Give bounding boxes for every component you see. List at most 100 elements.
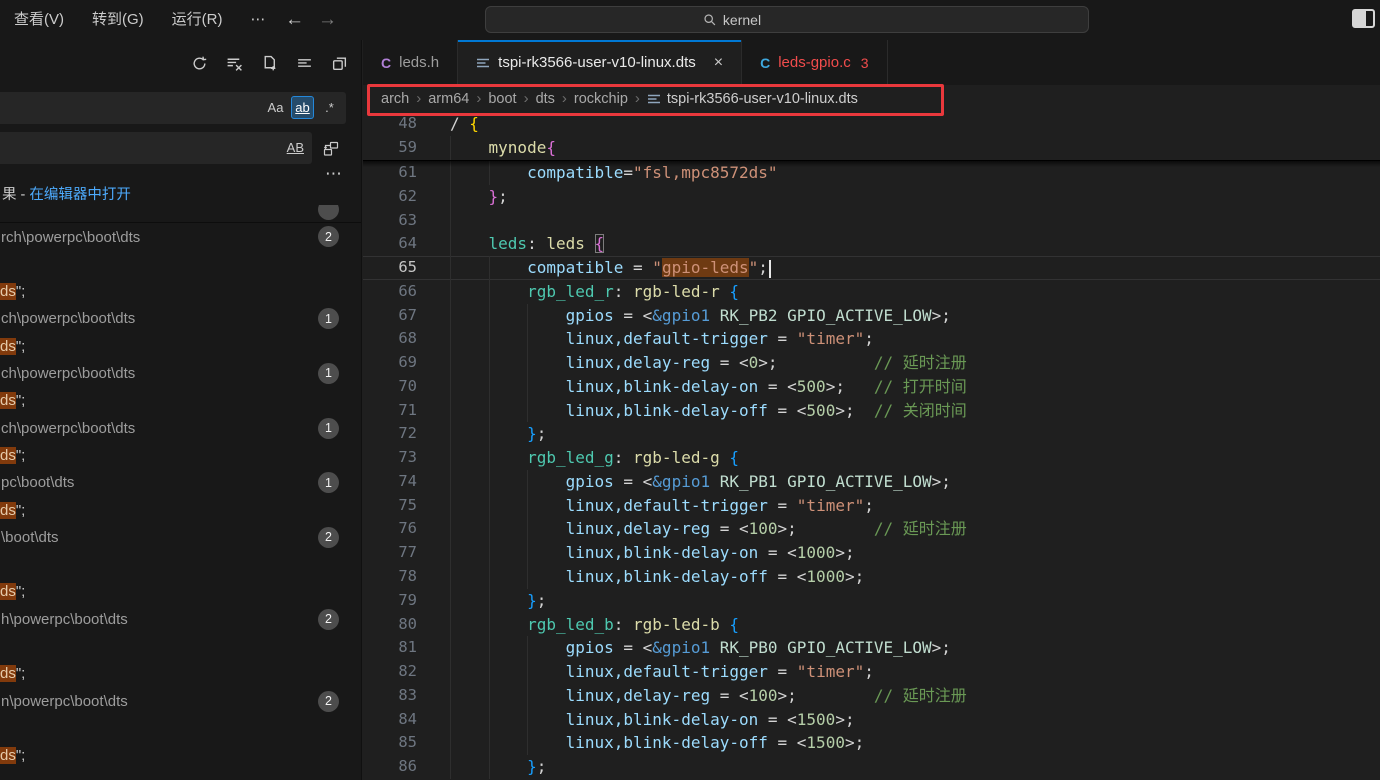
breadcrumb-file[interactable]: tspi-rk3566-user-v10-linux.dts [647,91,858,107]
code-line[interactable]: 75 linux,default-trigger = "timer"; [363,494,1380,518]
search-result-match-row[interactable]: ds"; [0,578,361,605]
code-area[interactable]: 61 compatible="fsl,mpc8572ds"62 };6364 l… [363,161,1380,780]
toggle-search-details-icon[interactable]: ⋯ [322,164,346,182]
menu-bar: 查看(V)转到(G)运行(R)⋯ [0,0,280,40]
token: // 关闭时间 [874,401,967,420]
menu-item[interactable]: 运行(R) [158,6,237,34]
code-line-content: rgb_led_r: rgb-led-r { [450,280,739,304]
menu-item[interactable]: 查看(V) [0,6,78,34]
search-result-file-row[interactable]: \boot\dts2 [0,524,361,551]
search-result-file-row[interactable]: ch\powerpc\boot\dts1 [0,305,361,332]
search-result-match-row[interactable]: ds"; [0,496,361,523]
token [855,401,874,420]
code-line[interactable]: 78 linux,blink-delay-off = <1000>; [363,565,1380,589]
search-result-file-row[interactable]: pc\boot\dts1 [0,469,361,496]
search-result-match-row[interactable]: ds"; [0,387,361,414]
search-result-match-row[interactable]: ds"; [0,742,361,769]
match-case-toggle[interactable]: Aa [264,96,287,119]
tab-leds.h[interactable]: Cleds.h [363,40,458,85]
search-result-match-row[interactable]: ds"; [0,278,361,305]
search-input[interactable]: Aaab.* [0,92,346,124]
line-number: 73 [363,446,417,470]
new-search-editor-icon[interactable] [259,53,279,73]
tab-leds-gpio.c[interactable]: Cleds-gpio.c3 [742,40,887,85]
clear-search-results-icon[interactable] [224,53,244,73]
layout-sidebar-icon[interactable] [1352,9,1375,28]
expand-all-icon[interactable] [294,53,314,73]
search-result-file-row[interactable]: h\powerpc\boot\dts2 [0,606,361,633]
match-count-badge: 2 [318,609,339,630]
code-line[interactable]: 83 linux,delay-reg = <100>; // 延时注册 [363,684,1380,708]
refresh-icon[interactable] [189,53,209,73]
code-line[interactable]: 59 mynode{ [363,136,1380,160]
code-line[interactable]: 66 rgb_led_r: rgb-led-r { [363,280,1380,304]
breadcrumb-segment[interactable]: boot [488,91,516,107]
token: : [614,282,633,301]
token [450,138,489,157]
command-center-search[interactable]: kernel [485,6,1089,33]
code-line[interactable]: 48/ { [363,112,1380,136]
code-line[interactable]: 74 gpios = <&gpio1 RK_PB1 GPIO_ACTIVE_LO… [363,470,1380,494]
code-line[interactable]: 65 compatible = "gpio-leds"; [363,256,1380,280]
code-line[interactable]: 82 linux,default-trigger = "timer"; [363,660,1380,684]
code-line[interactable]: 76 linux,delay-reg = <100>; // 延时注册 [363,517,1380,541]
code-line[interactable]: 68 linux,default-trigger = "timer"; [363,327,1380,351]
search-result-partial-row[interactable] [0,205,361,223]
token: ; [537,757,547,776]
code-line[interactable]: 70 linux,blink-delay-on = <500>; // 打开时间 [363,375,1380,399]
menu-item[interactable]: ⋯ [237,6,280,34]
code-line[interactable]: 63 [363,209,1380,233]
token: >; [932,638,951,657]
code-line[interactable]: 85 linux,blink-delay-off = <1500>; [363,731,1380,755]
replace-all-icon[interactable] [319,137,343,161]
open-in-editor-link[interactable]: 在编辑器中打开 [29,187,131,203]
search-result-file-row[interactable]: n\powerpc\boot\dts2 [0,688,361,715]
search-result-file-row[interactable]: ch\powerpc\boot\dts1 [0,415,361,442]
code-line[interactable]: 69 linux,delay-reg = <0>; // 延时注册 [363,351,1380,375]
line-number: 72 [363,422,417,446]
code-line[interactable]: 84 linux,blink-delay-on = <1500>; [363,708,1380,732]
breadcrumb[interactable]: arch›arm64›boot›dts›rockchip›tspi-rk3566… [363,85,1380,112]
indent-guide [489,256,490,280]
regex-toggle[interactable]: .* [318,96,341,119]
code-line-content: compatible = "gpio-leds"; [450,256,771,280]
command-center-value: kernel [723,12,761,28]
search-result-file-row[interactable]: rch\powerpc\boot\dts2 [0,223,361,250]
forward-arrow-icon[interactable]: → [318,9,337,31]
replace-input[interactable]: AB [0,132,312,164]
search-result-file-row[interactable]: ch\powerpc\boot\dts1 [0,360,361,387]
code-line[interactable]: 80 rgb_led_b: rgb-led-b { [363,613,1380,637]
code-line[interactable]: 71 linux,blink-delay-off = <500>; // 关闭时… [363,399,1380,423]
back-arrow-icon[interactable]: ← [285,9,304,31]
token: "timer" [797,496,864,515]
close-icon[interactable]: × [714,54,723,72]
code-line[interactable]: 67 gpios = <&gpio1 RK_PB2 GPIO_ACTIVE_LO… [363,304,1380,328]
indent-guide [450,304,451,328]
breadcrumb-segment[interactable]: arch [381,91,409,107]
code-line[interactable]: 62 }; [363,185,1380,209]
code-line[interactable]: 72 }; [363,422,1380,446]
indent-guide [450,708,451,732]
search-result-match-row[interactable]: ds"; [0,333,361,360]
menu-item[interactable]: 转到(G) [78,6,158,34]
whole-word-toggle[interactable]: ab [291,96,314,119]
match-count-badge: 1 [318,418,339,439]
search-result-match-row[interactable]: ds"; [0,660,361,687]
code-line[interactable]: 81 gpios = <&gpio1 RK_PB0 GPIO_ACTIVE_LO… [363,636,1380,660]
breadcrumb-segment[interactable]: arm64 [428,91,469,107]
code-line[interactable]: 77 linux,blink-delay-on = <1000>; [363,541,1380,565]
tab-tspi-rk3566-user-v10-linux.dts[interactable]: tspi-rk3566-user-v10-linux.dts× [458,40,742,85]
token: 1500 [797,710,836,729]
preserve-case-toggle[interactable]: AB [284,136,307,159]
indent-guide [450,399,451,423]
code-line[interactable]: 79 }; [363,589,1380,613]
search-result-match-row[interactable]: ds"; [0,442,361,469]
line-number: 65 [363,256,417,280]
breadcrumb-segment[interactable]: dts [536,91,555,107]
breadcrumb-segment[interactable]: rockchip [574,91,628,107]
code-line[interactable]: 73 rgb_led_g: rgb-led-g { [363,446,1380,470]
code-line[interactable]: 64 leds: leds { [363,232,1380,256]
sticky-scroll[interactable]: 48/ {59 mynode{ [363,112,1380,160]
code-line[interactable]: 86 }; [363,755,1380,779]
collapse-all-icon[interactable] [329,53,349,73]
